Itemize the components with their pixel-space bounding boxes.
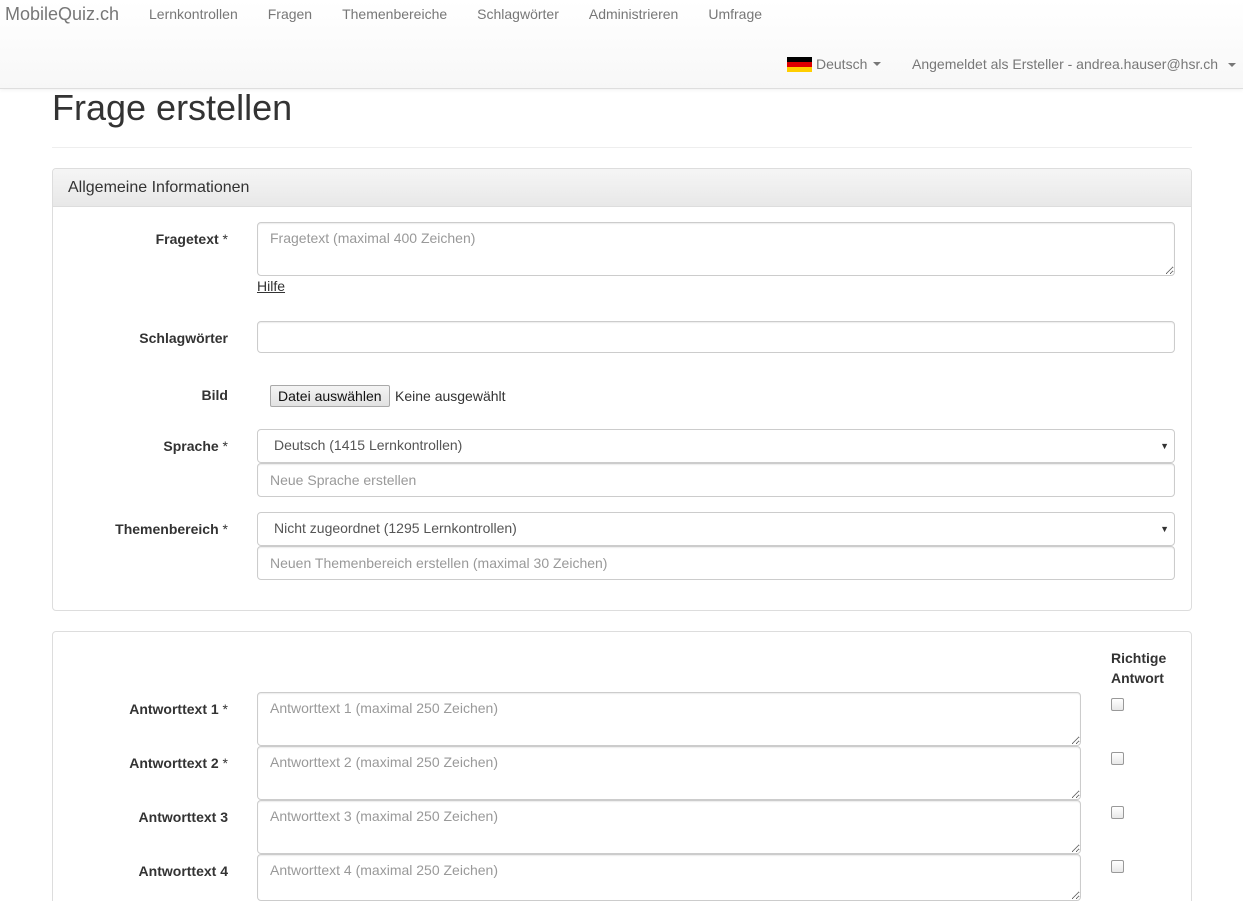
select-arrow-icon: ▼ (1160, 524, 1169, 534)
themenbereich-selected-value: Nicht zugeordnet (1295 Lernkontrollen) (274, 520, 517, 536)
language-label: Deutsch (816, 56, 868, 72)
answer-label: Antworttext 3 (138, 809, 228, 825)
top-navbar: MobileQuiz.ch Lernkontrollen Fragen Them… (0, 0, 1243, 89)
sprache-label: Sprache * (163, 438, 228, 454)
bild-label: Bild (201, 387, 228, 403)
schlagwoerter-label: Schlagwörter (139, 330, 228, 346)
new-language-input[interactable] (257, 463, 1175, 497)
german-flag-icon (787, 56, 812, 72)
nav-link-administrieren[interactable]: Administrieren (574, 6, 693, 22)
correct-answer-checkbox[interactable] (1111, 698, 1124, 711)
answer-input[interactable] (257, 800, 1081, 854)
nav-link-schlagwoerter[interactable]: Schlagwörter (462, 6, 574, 22)
general-info-heading: Allgemeine Informationen (53, 169, 1191, 207)
required-marker: * (222, 438, 228, 454)
file-status-text: Keine ausgewählt (395, 388, 506, 404)
caret-down-icon (1227, 63, 1236, 68)
themenbereich-label: Themenbereich * (115, 521, 228, 537)
sprache-select[interactable]: Deutsch (1415 Lernkontrollen) ▼ (257, 429, 1175, 463)
answer-label: Antworttext 2 * (129, 755, 228, 771)
new-topic-input[interactable] (257, 546, 1175, 580)
schlagwoerter-input[interactable] (257, 321, 1175, 353)
correct-answer-header: Richtige Antwort (1111, 650, 1167, 686)
caret-down-icon (873, 62, 882, 66)
required-marker: * (222, 755, 228, 771)
correct-answer-checkbox[interactable] (1111, 860, 1124, 873)
main-nav: Lernkontrollen Fragen Themenbereiche Sch… (134, 6, 777, 22)
required-marker: * (222, 521, 228, 537)
page-title: Frage erstellen (52, 87, 293, 128)
user-menu-dropdown[interactable]: Angemeldet als Ersteller - andrea.hauser… (912, 56, 1236, 72)
answer-input[interactable] (257, 692, 1081, 746)
required-marker: * (222, 701, 228, 717)
language-dropdown[interactable]: Deutsch (787, 56, 882, 72)
correct-answer-checkbox[interactable] (1111, 752, 1124, 765)
nav-link-fragen[interactable]: Fragen (253, 6, 327, 22)
correct-answer-checkbox[interactable] (1111, 806, 1124, 819)
sprache-selected-value: Deutsch (1415 Lernkontrollen) (274, 437, 463, 453)
answer-input[interactable] (257, 746, 1081, 800)
nav-link-umfrage[interactable]: Umfrage (693, 6, 777, 22)
help-link[interactable]: Hilfe (257, 278, 285, 294)
nav-link-themenbereiche[interactable]: Themenbereiche (327, 6, 462, 22)
answer-label: Antworttext 1 * (129, 701, 228, 717)
nav-link-lernkontrollen[interactable]: Lernkontrollen (134, 6, 253, 22)
fragetext-input[interactable] (257, 222, 1175, 276)
title-divider (52, 147, 1192, 148)
themenbereich-select[interactable]: Nicht zugeordnet (1295 Lernkontrollen) ▼ (257, 512, 1175, 546)
select-arrow-icon: ▼ (1160, 441, 1169, 451)
user-label: Angemeldet als Ersteller - andrea.hauser… (912, 56, 1219, 72)
required-marker: * (222, 231, 228, 247)
brand-logo[interactable]: MobileQuiz.ch (5, 4, 119, 24)
answer-label: Antworttext 4 (138, 863, 228, 879)
answer-input[interactable] (257, 854, 1081, 901)
file-choose-button[interactable]: Datei auswählen (270, 385, 390, 407)
fragetext-label: Fragetext * (155, 231, 228, 247)
